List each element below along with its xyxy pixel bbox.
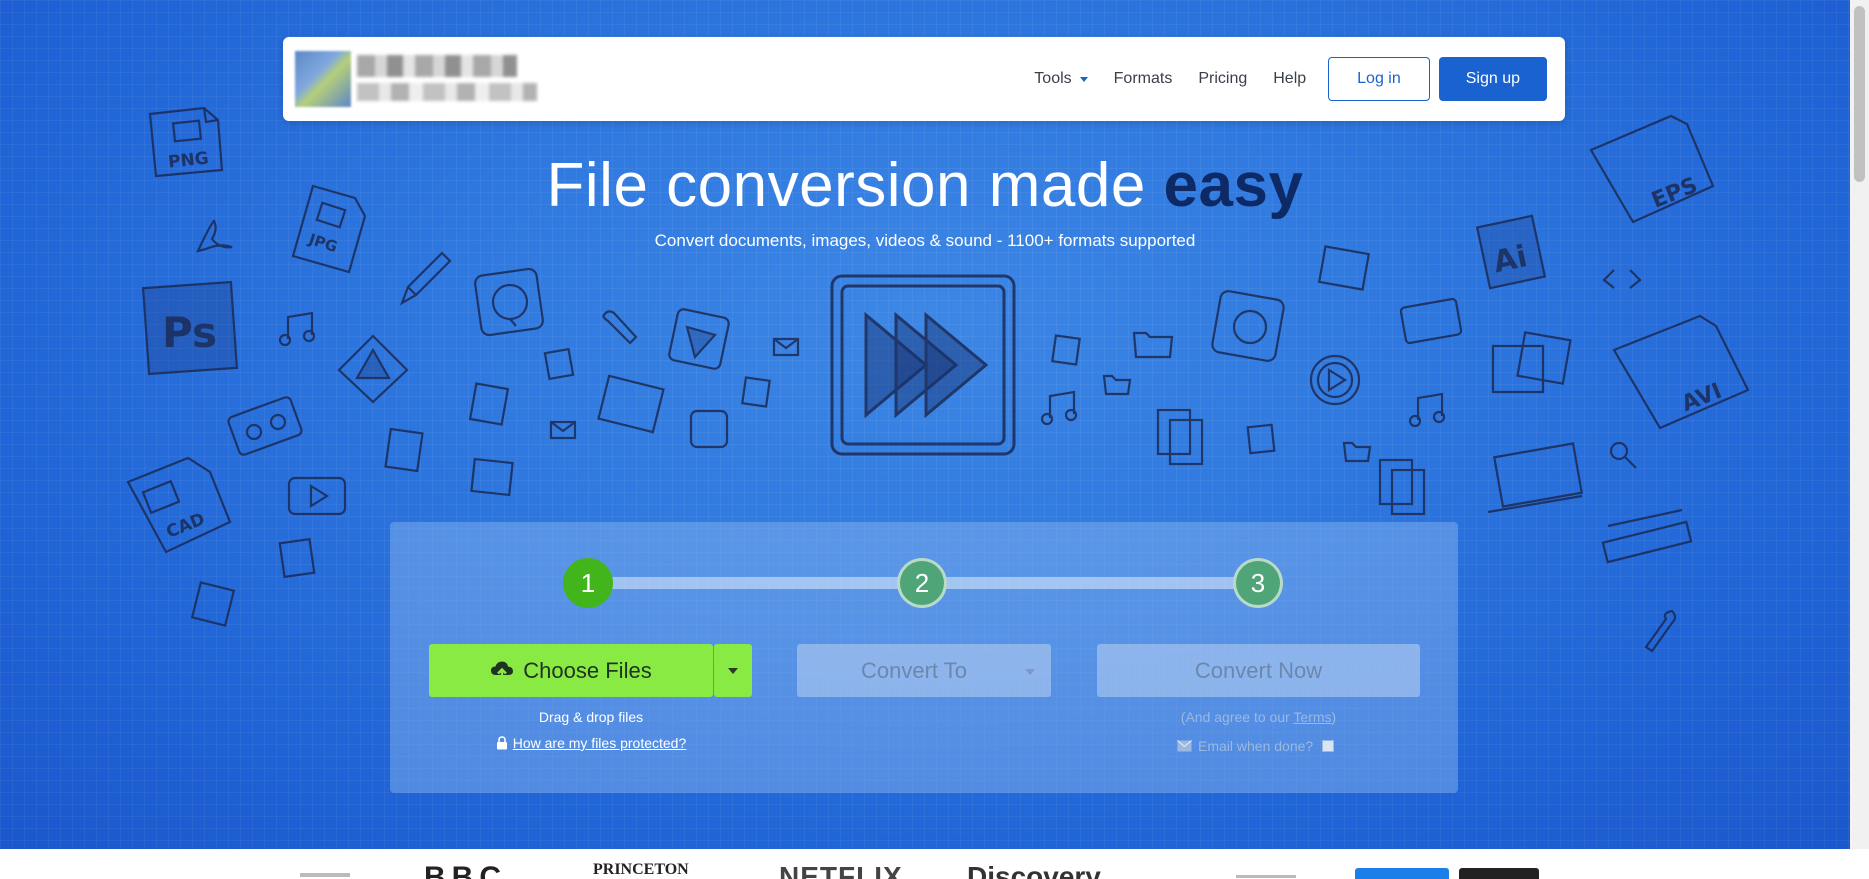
convert-now-button[interactable]: Convert Now (1097, 644, 1420, 697)
nav-item-pricing[interactable]: Pricing (1198, 70, 1247, 88)
login-button[interactable]: Log in (1328, 57, 1430, 101)
play-store-badge[interactable] (1459, 868, 1539, 879)
bbc-logo: BBC (424, 861, 507, 879)
nav-item-tools-label: Tools (1034, 70, 1072, 87)
envelope-icon (1177, 740, 1192, 752)
email-when-done-row: Email when done? (1177, 738, 1335, 754)
email-when-done-checkbox[interactable] (1322, 740, 1335, 752)
princeton-logo: PRINCETON (593, 861, 689, 878)
folder-icon-3 (1342, 441, 1372, 463)
file-protection-info: How are my files protected? (429, 735, 753, 751)
triangle-app-icon (337, 334, 409, 404)
triangle-app-icon-2 (668, 308, 730, 370)
signup-button[interactable]: Sign up (1438, 57, 1547, 101)
audio-file-icon-right (1051, 334, 1081, 366)
choose-files-label: Choose Files (523, 657, 652, 683)
brand-logos-strip: BBC PRINCETON NETFLIX Discovery (0, 849, 1869, 879)
cab-file-icon (190, 581, 236, 627)
caret-down-icon (728, 667, 738, 674)
email-when-done-label: Email when done? (1198, 738, 1314, 754)
music-note-icon-far-right (1408, 392, 1446, 428)
hero-section: PNG JPG Ps CAD Ai EPS AVI Tools Formats … (0, 0, 1850, 849)
cad-file-icon: CAD (126, 456, 232, 554)
laptop-icon (1487, 442, 1584, 514)
nav-item-tools[interactable]: Tools (1034, 70, 1088, 88)
small-audio-icon (741, 376, 771, 408)
converter-panel: 1 2 3 Choose Files Convert To Convert No… (390, 522, 1458, 793)
video-file-icon (287, 476, 347, 516)
audio-file-icon (278, 537, 316, 579)
wrench-icon (602, 310, 638, 345)
music-small-icon (543, 347, 575, 381)
headline-emphasis: easy (1163, 151, 1304, 220)
folder-icon-2 (1102, 374, 1132, 396)
cad-label: CAD (164, 509, 208, 542)
refresh-app-icon-right (1211, 290, 1285, 362)
avi-label: AVI (1678, 379, 1725, 417)
folder-icon (1132, 331, 1174, 359)
audio-file-icon-right-2 (1246, 423, 1276, 455)
ps-label: Ps (162, 308, 217, 357)
site-logo[interactable] (295, 49, 545, 109)
step-3-indicator: 3 (1233, 558, 1283, 608)
logo-wordmark-blurred (357, 55, 517, 77)
clipboard-icon (1156, 408, 1204, 466)
logo-tagline-blurred (357, 83, 537, 101)
music-note-icon-right (1040, 390, 1078, 426)
page-subtitle: Convert documents, images, videos & soun… (654, 231, 1196, 250)
mp3-file-icon (468, 382, 510, 426)
choose-files-source-dropdown[interactable] (714, 644, 752, 697)
scrollbar-thumb[interactable] (1854, 6, 1865, 182)
nav-item-help[interactable]: Help (1273, 70, 1306, 88)
code-icon (1602, 269, 1642, 289)
pencil-icon (399, 251, 452, 306)
agree-prefix: (And agree to our (1180, 709, 1294, 725)
step-2-indicator: 2 (897, 558, 947, 608)
convert-to-select[interactable]: Convert To (797, 644, 1051, 697)
step-1-indicator: 1 (563, 558, 613, 608)
cloud-upload-icon (491, 661, 514, 681)
magnifier-icon (1609, 441, 1637, 469)
terms-agreement: (And agree to our Terms) (1097, 709, 1420, 725)
vertical-scrollbar[interactable] (1850, 0, 1869, 849)
caret-down-icon (1025, 669, 1035, 675)
mail-icon-2 (772, 337, 800, 357)
fast-forward-icon (830, 274, 1016, 456)
wrench-icon-right (1644, 609, 1677, 653)
brands-caption-text (300, 873, 350, 877)
drag-drop-hint: Drag & drop files (538, 709, 644, 725)
image-file-icon (470, 457, 514, 497)
mov-file-icon (384, 427, 424, 473)
lock-icon (496, 736, 507, 750)
document-app-icon (689, 409, 729, 449)
play-circle-icon (1309, 354, 1361, 406)
agree-suffix: ) (1331, 709, 1337, 725)
images-stack-icon (1491, 331, 1572, 394)
film-strip-icon (597, 374, 665, 434)
clipboard-icon-right (1378, 458, 1426, 516)
terms-link[interactable]: Terms (1293, 709, 1331, 725)
headline-main: File conversion made (546, 151, 1164, 220)
ruler-pencil-icon (1601, 508, 1693, 564)
discovery-logo: Discovery (967, 861, 1101, 879)
ai-file-icon: Ai (1475, 214, 1547, 290)
mail-icon (549, 420, 577, 440)
page-title: File conversion made easy (0, 150, 1850, 221)
nav-links: Tools Formats Pricing Help Log in Sign u… (1034, 57, 1547, 101)
avi-file-icon: AVI (1612, 314, 1750, 430)
netflix-logo: NETFLIX (779, 861, 903, 879)
video-film-icon (1399, 297, 1463, 345)
chevron-down-icon (1079, 76, 1088, 82)
logo-mark-icon (295, 51, 351, 107)
nav-item-formats[interactable]: Formats (1114, 70, 1173, 88)
convert-to-label: Convert To (861, 657, 967, 683)
photoshop-file-icon: Ps (141, 280, 239, 376)
top-navbar: Tools Formats Pricing Help Log in Sign u… (283, 37, 1565, 121)
store-caption-text (1236, 875, 1296, 878)
refresh-app-icon (474, 267, 544, 337)
app-store-badge[interactable] (1355, 868, 1449, 879)
file-protection-link[interactable]: How are my files protected? (513, 735, 687, 751)
music-note-icon (278, 311, 316, 347)
choose-files-button[interactable]: Choose Files (429, 644, 713, 697)
